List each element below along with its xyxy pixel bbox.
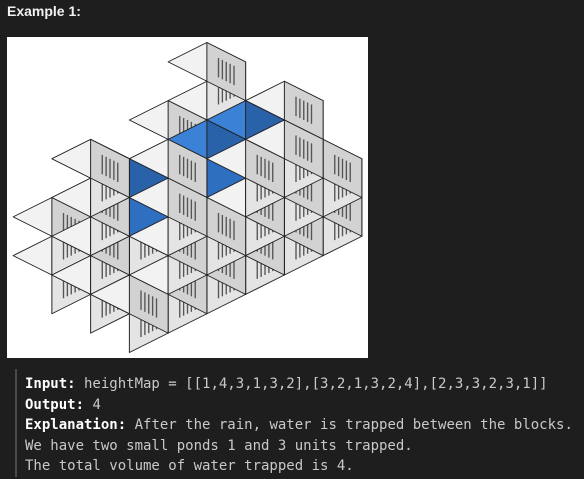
explanation-line-2: We have two small ponds 1 and 3 units tr… (25, 437, 413, 454)
example-explanation: Input: heightMap = [[1,4,3,1,3,2],[3,2,1… (15, 369, 584, 477)
explanation-line: Explanation: After the rain, water is tr… (25, 415, 584, 436)
input-label: Input: (25, 376, 76, 392)
output-line: Output: 4 (25, 395, 584, 416)
explanation-value: After the rain, water is trapped between… (126, 417, 573, 433)
isometric-blocks-svg (12, 42, 363, 353)
explanation-label: Explanation: (25, 417, 127, 433)
input-line: Input: heightMap = [[1,4,3,1,3,2],[3,2,1… (25, 374, 584, 395)
output-label: Output: (25, 396, 85, 413)
output-value: 4 (84, 396, 101, 413)
explanation-line-3: The total volume of water trapped is 4. (25, 458, 354, 474)
example-heading: Example 1: (7, 3, 81, 19)
blocks-illustration (7, 37, 368, 358)
input-value: heightMap = [[1,4,3,1,3,2],[3,2,1,3,2,4]… (75, 376, 548, 392)
